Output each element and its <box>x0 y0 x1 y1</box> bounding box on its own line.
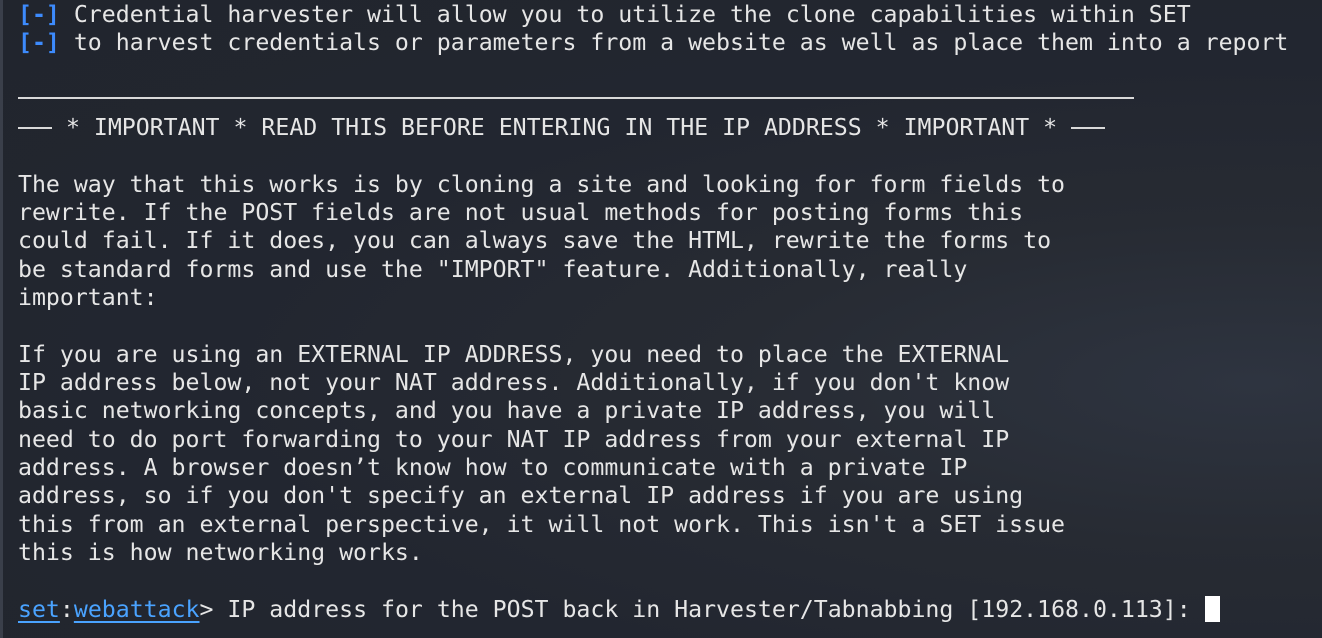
paragraph2-line: this from an external perspective, it wi… <box>18 511 1066 538</box>
prompt-gt: > <box>199 596 214 623</box>
terminal-window[interactable]: [-] Credential harvester will allow you … <box>0 0 1322 638</box>
intro-line-2: [-] to harvest credentials or parameters… <box>18 29 1288 57</box>
intro-text: Credential harvester will allow you to u… <box>59 1 1191 28</box>
prompt-set: set <box>18 596 60 623</box>
info-marker: [-] <box>18 29 60 56</box>
paragraph2-line: need to do port forwarding to your NAT I… <box>18 426 1010 453</box>
intro-line-1: [-] Credential harvester will allow you … <box>18 1 1191 29</box>
prompt-module: webattack <box>73 596 200 623</box>
paragraph2-line: basic networking concepts, and you have … <box>18 397 996 424</box>
prompt-question: IP address for the POST back in Harveste… <box>213 596 1205 623</box>
paragraph1-line: rewrite. If the POST fields are not usua… <box>18 199 1024 226</box>
paragraph1-line: important: <box>18 284 158 311</box>
banner-dash-right <box>1071 126 1106 129</box>
paragraph1-line: could fail. If it does, you can always s… <box>18 227 1052 254</box>
intro-text: to harvest credentials or parameters fro… <box>59 29 1289 56</box>
paragraph2-line: If you are using an EXTERNAL IP ADDRESS,… <box>18 341 1010 368</box>
banner-dash-left <box>18 126 52 129</box>
important-banner: * IMPORTANT * READ THIS BEFORE ENTERING … <box>18 114 1106 142</box>
info-marker: [-] <box>18 1 60 28</box>
window-edge <box>0 0 3 638</box>
paragraph2-line: address, so if you don't specify an exte… <box>18 482 1024 509</box>
paragraph1-line: The way that this works is by cloning a … <box>18 171 1066 198</box>
paragraph2-line: this is how networking works. <box>18 539 423 566</box>
paragraph2-line: IP address below, not your NAT address. … <box>18 369 1010 396</box>
command-prompt[interactable]: set:webattack> IP address for the POST b… <box>18 595 1220 624</box>
separator-rule <box>18 97 1134 99</box>
paragraph1-line: be standard forms and use the "IMPORT" f… <box>18 256 968 283</box>
text-cursor[interactable] <box>1204 595 1220 622</box>
paragraph2-line: address. A browser doesn’t know how to c… <box>18 454 968 481</box>
prompt-colon: : <box>59 596 74 623</box>
banner-text: * IMPORTANT * READ THIS BEFORE ENTERING … <box>52 114 1072 141</box>
